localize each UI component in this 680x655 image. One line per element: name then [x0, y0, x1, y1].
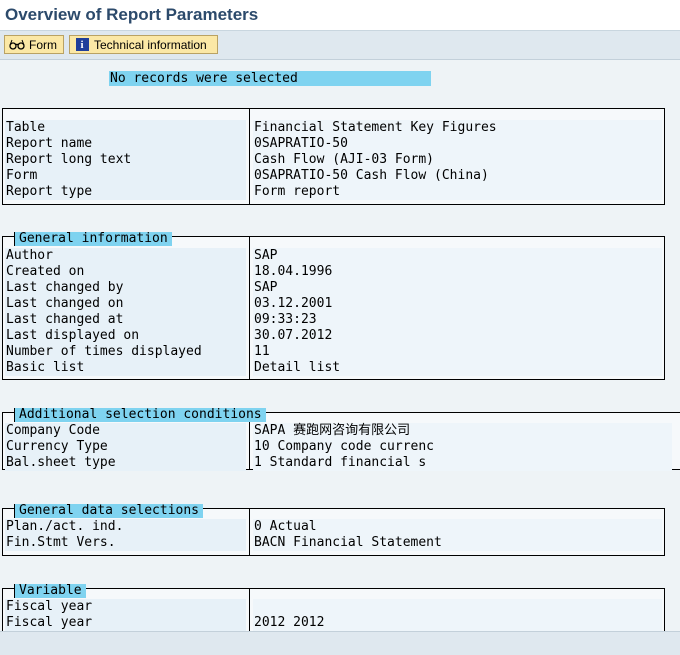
- row-value: SAPA 赛跑网咨询有限公司: [253, 423, 672, 439]
- row-label: Basic list: [5, 360, 246, 376]
- technical-information-label: Technical information: [94, 37, 207, 52]
- row-label: Last displayed on: [5, 328, 246, 344]
- row-value: 10 Company code currenc: [253, 439, 672, 455]
- form-button[interactable]: Form: [4, 35, 64, 54]
- row-value: [253, 599, 662, 615]
- variable-panel: Fiscal year Fiscal year 2012 2012: [2, 588, 665, 631]
- technical-information-button[interactable]: i Technical information: [69, 35, 218, 54]
- application-toolbar: Form i Technical information: [0, 31, 680, 60]
- row-value: 2012 2012: [253, 615, 662, 631]
- status-message: No records were selected: [109, 71, 431, 86]
- group-title: Variable: [14, 584, 86, 598]
- row-label: Bal.sheet type: [5, 455, 246, 471]
- row-value: 0SAPRATIO-50 Cash Flow (China): [253, 168, 662, 184]
- row-label: Number of times displayed: [5, 344, 246, 360]
- status-bar: [0, 631, 680, 655]
- row-label: Created on: [5, 264, 246, 280]
- row-value: 0 Actual: [253, 519, 662, 535]
- row-label: Currency Type: [5, 439, 246, 455]
- row-label: Fiscal year: [5, 615, 246, 631]
- row-value: 1 Standard financial s: [253, 455, 672, 471]
- general-information-panel: Author SAP Created on 18.04.1996 Last chan…: [2, 236, 665, 380]
- row-label: Last changed by: [5, 280, 246, 296]
- row-label: Form: [5, 168, 246, 184]
- row-value: 09:33:23: [253, 312, 662, 328]
- row-value: 18.04.1996: [253, 264, 662, 280]
- row-value: 0SAPRATIO-50: [253, 136, 662, 152]
- row-label: Company Code: [5, 423, 246, 439]
- row-value: 30.07.2012: [253, 328, 662, 344]
- row-value: 03.12.2001: [253, 296, 662, 312]
- row-label: Last changed at: [5, 312, 246, 328]
- row-value: BACN Financial Statement: [253, 535, 662, 551]
- row-value: SAP: [253, 248, 662, 264]
- row-label: Fiscal year: [5, 599, 246, 615]
- row-label: Last changed on: [5, 296, 246, 312]
- row-label: Report name: [5, 136, 246, 152]
- row-label: Fin.Stmt Vers.: [5, 535, 246, 551]
- row-label: Report type: [5, 184, 246, 200]
- title-bar: Overview of Report Parameters: [0, 0, 680, 31]
- row-label: Table: [5, 120, 246, 136]
- group-title: General information: [14, 232, 172, 246]
- row-label: Report long text: [5, 152, 246, 168]
- row-value: Financial Statement Key Figures: [253, 120, 662, 136]
- row-value: Form report: [253, 184, 662, 200]
- form-button-label: Form: [29, 37, 57, 52]
- row-value: SAP: [253, 280, 662, 296]
- group-title: General data selections: [14, 504, 204, 518]
- info-icon: i: [74, 38, 90, 51]
- row-value: 11: [253, 344, 662, 360]
- row-label: Plan./act. ind.: [5, 519, 246, 535]
- row-label: Author: [5, 248, 246, 264]
- report-details-panel: Table Financial Statement Key Figures Rep…: [2, 108, 665, 205]
- row-value: Detail list: [253, 360, 662, 376]
- row-value: Cash Flow (AJI-03 Form): [253, 152, 662, 168]
- page-title: Overview of Report Parameters: [5, 5, 259, 24]
- glasses-icon: [9, 38, 25, 51]
- group-title: Additional selection conditions: [14, 408, 266, 422]
